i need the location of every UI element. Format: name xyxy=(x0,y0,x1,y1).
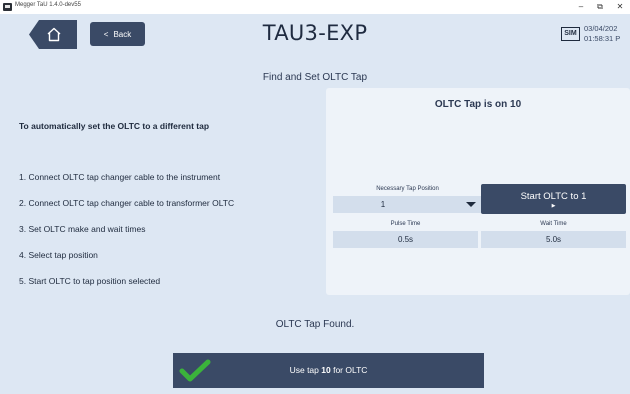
restore-button[interactable]: ⧉ xyxy=(591,0,609,14)
instruction-step: 3. Set OLTC make and wait times xyxy=(19,224,146,234)
instructions-intro: To automatically set the OLTC to a diffe… xyxy=(19,121,210,131)
sim-badge: SIM xyxy=(561,27,580,41)
necessary-tap-value: 1 xyxy=(380,200,386,209)
instruction-step: 4. Select tap position xyxy=(19,250,98,260)
instruction-step: 5. Start OLTC to tap position selected xyxy=(19,276,161,286)
instruction-step: 1. Connect OLTC tap changer cable to the… xyxy=(19,172,221,182)
clock-date: 03/04/202 xyxy=(584,24,618,33)
window-titlebar: Megger TaU 1.4.0-dev55 – ⧉ ✕ xyxy=(0,0,630,14)
oltc-tap-heading: OLTC Tap is on 10 xyxy=(434,99,522,110)
use-tap-button[interactable]: Use tap 10 for OLTC xyxy=(173,353,484,388)
wait-time-field[interactable]: 5.0s xyxy=(481,231,626,248)
section-subheader: Find and Set OLTC Tap xyxy=(262,72,368,83)
wait-time-label: Wait Time xyxy=(540,221,567,227)
status-message: OLTC Tap Found. xyxy=(275,319,355,330)
instruction-step: 2. Connect OLTC tap changer cable to tra… xyxy=(19,198,235,208)
chevron-down-icon xyxy=(466,202,476,207)
use-tap-number: 10 xyxy=(321,365,331,375)
use-tap-prefix: Use tap xyxy=(289,365,322,375)
minimize-button[interactable]: – xyxy=(572,0,590,14)
clock: 03/04/202 01:58:31 P xyxy=(584,24,630,44)
necessary-tap-select[interactable]: 1 xyxy=(333,196,482,213)
app-icon xyxy=(3,3,12,11)
use-tap-suffix: for OLTC xyxy=(330,365,368,375)
page-title: TAU3-EXP xyxy=(262,21,368,45)
clock-time: 01:58:31 P xyxy=(584,34,621,43)
start-oltc-button[interactable]: Start OLTC to 1 ▶ xyxy=(481,184,626,214)
pulse-time-label: Pulse Time xyxy=(390,221,421,227)
play-icon: ▶ xyxy=(551,203,556,209)
window-title: Megger TaU 1.4.0-dev55 xyxy=(15,2,81,8)
start-oltc-label: Start OLTC to 1 xyxy=(520,191,587,202)
close-button[interactable]: ✕ xyxy=(611,0,629,14)
necessary-tap-label: Necessary Tap Position xyxy=(376,186,439,192)
use-tap-message: Use tap 10 for OLTC xyxy=(173,365,484,375)
pulse-time-field[interactable]: 0.5s xyxy=(333,231,478,248)
